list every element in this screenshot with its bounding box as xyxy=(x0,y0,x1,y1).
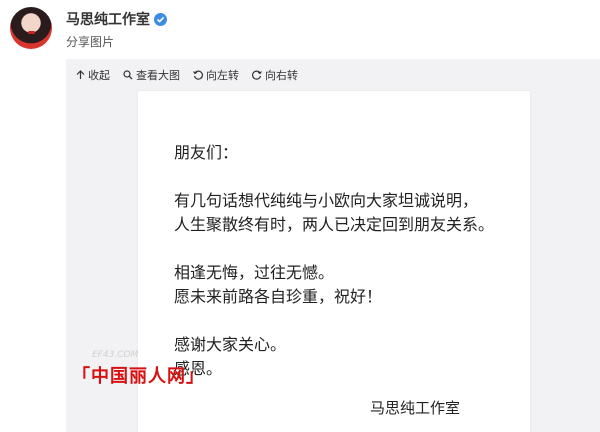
rotate-left-button[interactable]: 向左转 xyxy=(193,67,239,83)
letter-body: 朋友们： 有几句话想代纯纯与小欧向大家坦诚说明， 人生聚散终有时，两人已决定回到… xyxy=(174,141,494,381)
letter-line: 人生聚散终有时，两人已决定回到朋友关系。 xyxy=(174,215,495,234)
magnifier-icon xyxy=(123,70,133,80)
letter-signature: 马思纯工作室 xyxy=(370,399,461,417)
author-name[interactable]: 马思纯工作室 xyxy=(66,9,167,29)
rotate-right-icon xyxy=(252,70,262,80)
rotate-right-button[interactable]: 向右转 xyxy=(252,67,298,83)
watermark-site: EF43.COM xyxy=(92,350,139,360)
avatar-lip xyxy=(28,31,35,34)
letter-line: 相逢无悔，过往无憾。 xyxy=(174,263,335,282)
avatar[interactable] xyxy=(10,7,52,49)
rotate-left-label: 向左转 xyxy=(206,69,239,82)
watermark-logo: 「中国丽人网」 xyxy=(72,366,205,387)
rotate-left-icon xyxy=(193,70,203,80)
view-large-button[interactable]: 查看大图 xyxy=(123,67,180,83)
letter-greeting: 朋友们： xyxy=(174,143,239,162)
letter-line: 有几句话想代纯纯与小欧向大家坦诚说明， xyxy=(174,191,479,210)
image-toolbar: 收起 查看大图 向左转 向右转 xyxy=(76,67,311,83)
collapse-icon xyxy=(76,70,85,79)
author-name-text[interactable]: 马思纯工作室 xyxy=(66,9,150,29)
collapse-button[interactable]: 收起 xyxy=(76,67,110,83)
verified-icon xyxy=(154,12,167,26)
collapse-label: 收起 xyxy=(88,69,110,82)
letter-line: 愿未来前路各自珍重，祝好！ xyxy=(174,287,383,306)
letter-line: 感谢大家关心。 xyxy=(174,335,287,354)
view-large-label: 查看大图 xyxy=(136,69,180,82)
rotate-right-label: 向右转 xyxy=(265,69,298,82)
post-subtitle: 分享图片 xyxy=(66,35,115,49)
letter-line: 感恩。 xyxy=(174,359,223,378)
